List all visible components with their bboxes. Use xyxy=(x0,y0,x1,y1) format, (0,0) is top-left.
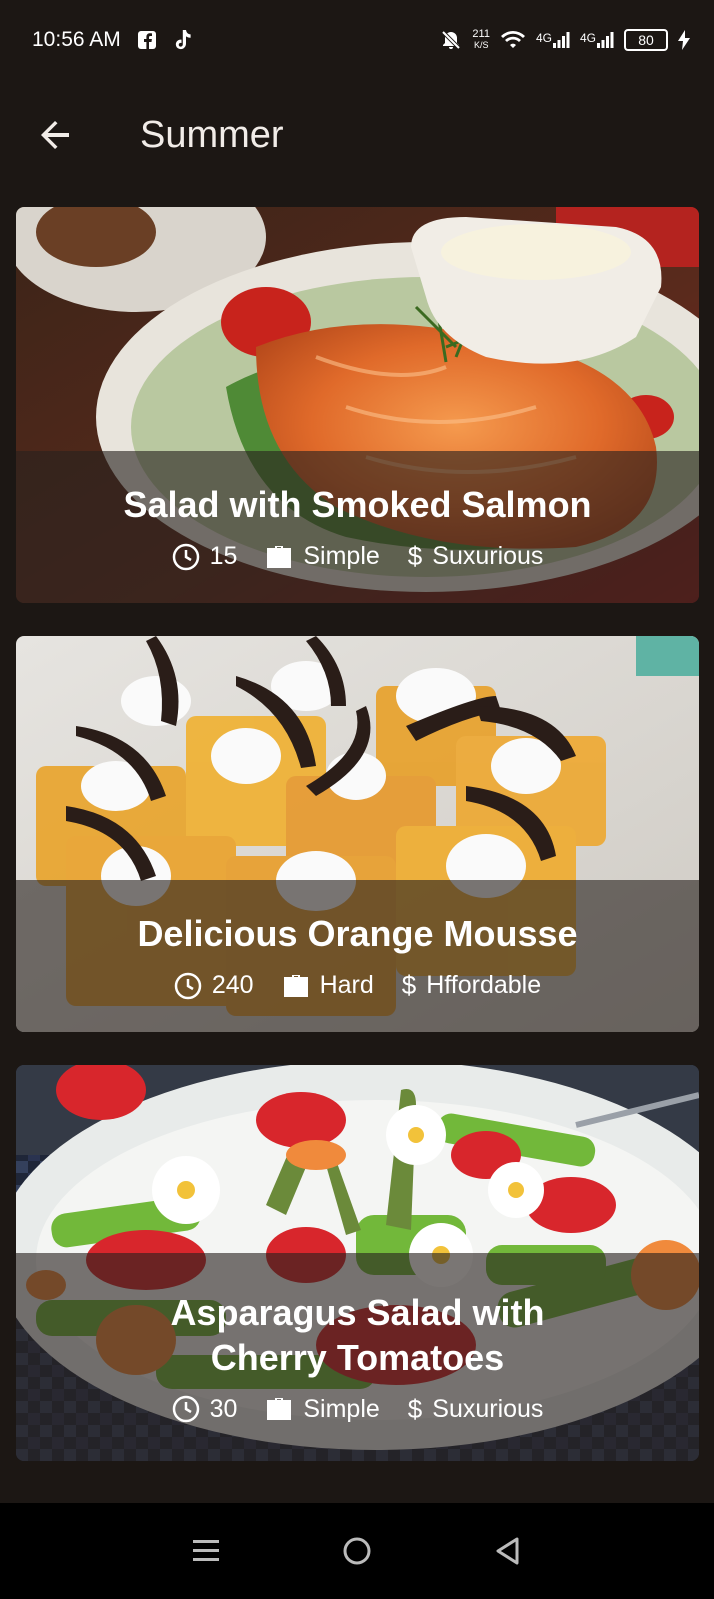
meal-affordability-value: Suxurious xyxy=(432,1394,544,1423)
briefcase-icon xyxy=(283,974,308,997)
tiktok-icon xyxy=(173,29,193,51)
meal-duration: 15 xyxy=(172,542,238,571)
signal-icon: 4G xyxy=(580,31,614,49)
net-speed-value: 211 xyxy=(472,28,490,40)
meal-affordability: $ Suxurious xyxy=(408,541,544,572)
recent-apps-button[interactable] xyxy=(176,1521,236,1581)
system-nav-bar xyxy=(0,1503,714,1599)
signal-icon: 4G xyxy=(536,31,570,49)
back-button[interactable] xyxy=(24,103,88,167)
meal-complexity: Hard xyxy=(282,971,374,1000)
home-button[interactable] xyxy=(327,1521,387,1581)
net-speed: 211 K/S xyxy=(472,29,490,51)
meal-duration-value: 240 xyxy=(211,971,254,999)
meal-complexity-value: Simple xyxy=(303,1394,380,1423)
page-title: Summer xyxy=(140,113,284,156)
facebook-icon xyxy=(137,30,157,50)
meal-title: Asparagus Salad with Cherry Tomatoes xyxy=(170,1291,545,1378)
home-icon xyxy=(343,1537,371,1565)
clock-icon xyxy=(172,543,199,570)
meal-duration-value: 30 xyxy=(209,1394,238,1423)
mute-icon xyxy=(440,29,462,51)
charging-icon xyxy=(678,30,690,50)
meal-duration-value: 15 xyxy=(209,542,238,570)
battery-level: 80 xyxy=(638,32,654,48)
meal-complexity: Simple xyxy=(265,1394,380,1424)
briefcase-icon xyxy=(267,1398,292,1420)
dollar-icon: $ xyxy=(401,970,417,1000)
meal-complexity-value: Simple xyxy=(303,542,380,570)
battery-icon: 80 xyxy=(624,29,668,51)
clock-icon xyxy=(174,972,202,999)
meal-title: Delicious Orange Mousse xyxy=(137,913,578,954)
meal-affordability: $ Suxurious xyxy=(408,1394,544,1425)
meal-title: Salad with Smoked Salmon xyxy=(123,484,592,525)
status-time: 10:56 AM xyxy=(32,28,121,51)
meal-affordability: $ Hffordable xyxy=(402,970,541,1001)
meal-card-overlay: Delicious Orange Mousse 240 Hard $ Hffor… xyxy=(16,880,699,1032)
clock-icon xyxy=(172,1395,199,1423)
meal-complexity: Simple xyxy=(265,542,380,571)
meal-card-overlay: Asparagus Salad with Cherry Tomatoes 30 … xyxy=(16,1253,699,1461)
back-triangle-icon xyxy=(496,1537,519,1565)
wifi-icon xyxy=(500,30,526,50)
meal-meta: 30 Simple $ Suxurious xyxy=(172,1394,544,1425)
dollar-icon: $ xyxy=(407,1393,423,1424)
meal-duration: 240 xyxy=(174,971,254,1000)
meal-meta: 15 Simple $ Suxurious xyxy=(172,541,544,572)
status-bar: 10:56 AM 211 K/S 4G 4G 80 xyxy=(0,0,714,80)
meal-card[interactable]: Delicious Orange Mousse 240 Hard $ Hffor… xyxy=(16,636,699,1032)
dollar-icon: $ xyxy=(407,541,423,571)
meal-card[interactable]: Asparagus Salad with Cherry Tomatoes 30 … xyxy=(16,1065,699,1461)
app-bar: Summer xyxy=(0,90,714,180)
meal-card[interactable]: Salad with Smoked Salmon 15 Simple $ Sux… xyxy=(16,207,699,603)
meal-meta: 240 Hard $ Hffordable xyxy=(174,970,541,1001)
meal-duration: 30 xyxy=(172,1394,238,1424)
briefcase-icon xyxy=(267,545,292,568)
meal-complexity-value: Hard xyxy=(319,971,374,999)
signal-2-label: 4G xyxy=(579,31,596,45)
arrow-left-icon xyxy=(41,121,69,149)
system-back-button[interactable] xyxy=(478,1521,538,1581)
signal-1-label: 4G xyxy=(535,31,552,45)
meal-affordability-value: Hffordable xyxy=(426,971,542,999)
net-speed-unit: K/S xyxy=(473,40,489,50)
meal-affordability-value: Suxurious xyxy=(432,542,544,570)
meal-card-overlay: Salad with Smoked Salmon 15 Simple $ Sux… xyxy=(16,451,699,603)
menu-icon xyxy=(192,1540,219,1561)
